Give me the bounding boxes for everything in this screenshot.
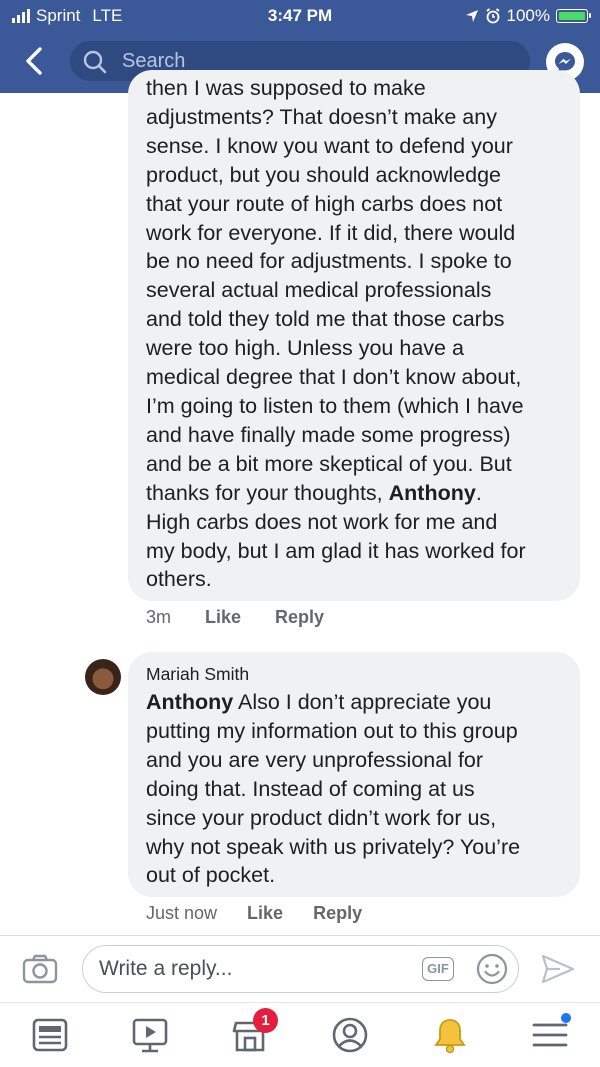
comment-line: and be a bit more skeptical of you. But (146, 451, 512, 476)
location-icon (465, 10, 478, 22)
comment-line: and you are very unprofessional for (146, 747, 484, 772)
comment-line: High carbs does not work for me and (146, 509, 498, 534)
reply-bar: Write a reply... GIF (0, 935, 600, 1003)
comment-actions: Just now Like Reply (146, 903, 362, 924)
comment-line: then I was supposed to make (146, 76, 426, 100)
battery-icon (556, 9, 591, 23)
menu-notification-dot (561, 1013, 571, 1023)
reply-placeholder: Write a reply... (99, 957, 233, 980)
comment-line: I’m going to listen to them (which I hav… (146, 393, 524, 418)
send-icon[interactable] (540, 953, 576, 985)
comment-line: Anthony Also I don’t appreciate you (146, 688, 520, 717)
watch-icon[interactable] (130, 1015, 170, 1055)
comment-line: several actual medical professionals (146, 278, 492, 303)
comment-text: then I was supposed to make adjustments?… (146, 74, 526, 594)
mention-link[interactable]: Anthony (389, 481, 476, 505)
comment-line: and told they told me that those carbs (146, 307, 505, 332)
comment-line: my body, but I am glad it has worked for (146, 538, 526, 563)
comment-line: product, but you should acknowledge (146, 162, 501, 187)
news-feed-icon[interactable] (30, 1015, 70, 1055)
comment-author[interactable]: Mariah Smith (146, 664, 249, 685)
tab-bar (0, 1002, 600, 1067)
comment-line: since your product didn’t work for us, (146, 805, 497, 830)
gif-button[interactable]: GIF (422, 957, 454, 981)
comment-line: thanks for your thoughts, Anthony. (146, 479, 526, 508)
comment-text: Anthony Also I don’t appreciate you putt… (146, 688, 520, 890)
notification-badge: 1 (253, 1008, 278, 1033)
comment-line: sense. I know you want to defend your (146, 133, 513, 158)
comment-line: others. (146, 567, 212, 592)
reply-button[interactable]: Reply (313, 903, 362, 924)
like-button[interactable]: Like (205, 607, 241, 628)
comment-text-fragment: Also I don’t appreciate you (233, 690, 492, 714)
camera-icon[interactable] (22, 953, 58, 985)
notifications-bell-icon[interactable] (430, 1015, 470, 1055)
mention-link[interactable]: Anthony (146, 690, 233, 714)
comment-line: were too high. Unless you have a (146, 336, 464, 361)
status-bar: Sprint LTE 3:47 PM 100% (0, 0, 600, 32)
comment-line: doing that. Instead of coming at us (146, 776, 475, 801)
emoji-icon[interactable] (475, 952, 509, 986)
battery-percent: 100% (506, 6, 550, 25)
comment-line: why not speak with us privately? You’re (146, 834, 521, 859)
comment-bubble: Mariah Smith Anthony Also I don’t apprec… (128, 652, 580, 897)
comment-line: that your route of high carbs does not (146, 191, 503, 216)
comment-text-fragment: thanks for your thoughts, (146, 480, 389, 505)
avatar[interactable] (85, 659, 121, 695)
comment-text-fragment: . (475, 480, 482, 505)
profile-icon[interactable] (330, 1015, 370, 1055)
comment-line: and have finally made some progress) (146, 422, 511, 447)
alarm-icon (485, 8, 500, 24)
comment-timestamp: Just now (146, 903, 218, 923)
like-button[interactable]: Like (247, 903, 283, 924)
comment-line: medical degree that I don’t know about, (146, 365, 522, 390)
reply-button[interactable]: Reply (275, 607, 324, 628)
search-icon (83, 50, 107, 74)
comment-line: putting my information out to this group (146, 718, 518, 743)
reply-input[interactable]: Write a reply... GIF (82, 945, 519, 993)
comment-line: out of pocket. (146, 863, 276, 888)
comment-bubble: then I was supposed to make adjustments?… (128, 70, 580, 601)
back-chevron-icon[interactable] (18, 44, 52, 78)
comment-timestamp: 3m (146, 607, 172, 627)
comment-actions: 3m Like Reply (146, 607, 324, 628)
comment-line: work for everyone. If it did, there woul… (146, 220, 516, 245)
comment-line: adjustments? That doesn’t make any (146, 104, 497, 129)
battery-fill (559, 12, 585, 20)
comment-line: be no need for adjustments. I spoke to (146, 249, 512, 274)
